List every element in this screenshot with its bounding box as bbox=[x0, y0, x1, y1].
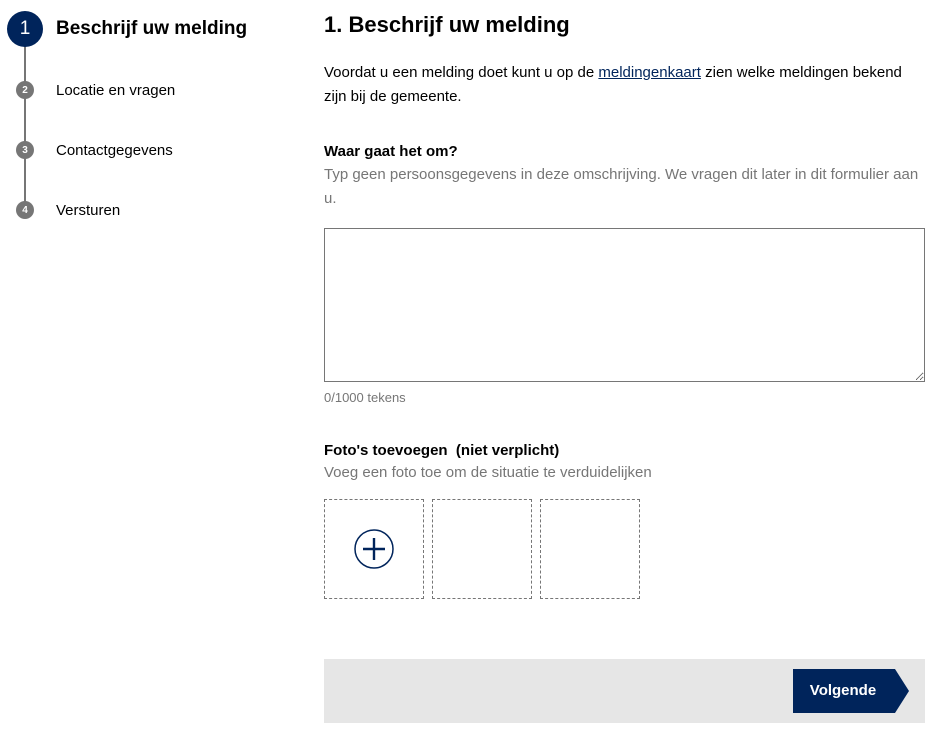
step-label: Beschrijf uw melding bbox=[56, 18, 248, 39]
meldingenkaart-link[interactable]: meldingenkaart bbox=[598, 64, 701, 81]
description-textarea[interactable] bbox=[324, 228, 925, 382]
step-1: 1 Beschrijf uw melding bbox=[0, 11, 247, 47]
step-label: Versturen bbox=[56, 201, 121, 219]
description-help: Typ geen persoonsgegevens in deze omschr… bbox=[324, 166, 919, 207]
step-number-circle: 4 bbox=[16, 201, 34, 219]
form-footer: Volgende bbox=[324, 659, 925, 723]
step-2: 2 Locatie en vragen bbox=[0, 81, 175, 99]
photo-help: Voeg een foto toe om de situatie te verd… bbox=[324, 464, 652, 481]
description-label: Waar gaat het om? bbox=[324, 143, 458, 160]
photo-slots bbox=[324, 499, 640, 599]
intro-text: Voordat u een melding doet kunt u op de … bbox=[324, 61, 924, 109]
photo-slot-empty bbox=[540, 499, 640, 599]
character-counter: 0/1000 tekens bbox=[324, 390, 406, 405]
next-button-label: Volgende bbox=[809, 682, 877, 699]
step-3: 3 Contactgegevens bbox=[0, 141, 173, 159]
step-label: Locatie en vragen bbox=[56, 81, 176, 99]
add-photo-icon bbox=[354, 529, 394, 569]
step-number-circle: 1 bbox=[7, 11, 43, 47]
step-4: 4 Versturen bbox=[0, 201, 120, 219]
photo-slot-empty bbox=[432, 499, 532, 599]
photo-label: Foto's toevoegen (niet verplicht) bbox=[324, 442, 560, 459]
intro-text-before: Voordat u een melding doet kunt u op de bbox=[324, 64, 599, 81]
stepper-line bbox=[24, 30, 26, 210]
step-number-circle: 3 bbox=[16, 141, 34, 159]
step-label: Contactgegevens bbox=[56, 141, 173, 159]
page-title: 1. Beschrijf uw melding bbox=[324, 12, 570, 37]
photo-upload-slot[interactable] bbox=[324, 499, 424, 599]
step-number-circle: 2 bbox=[16, 81, 34, 99]
progress-stepper: 1 Beschrijf uw melding 2 Locatie en vrag… bbox=[0, 0, 300, 240]
next-button[interactable]: Volgende bbox=[793, 669, 909, 713]
